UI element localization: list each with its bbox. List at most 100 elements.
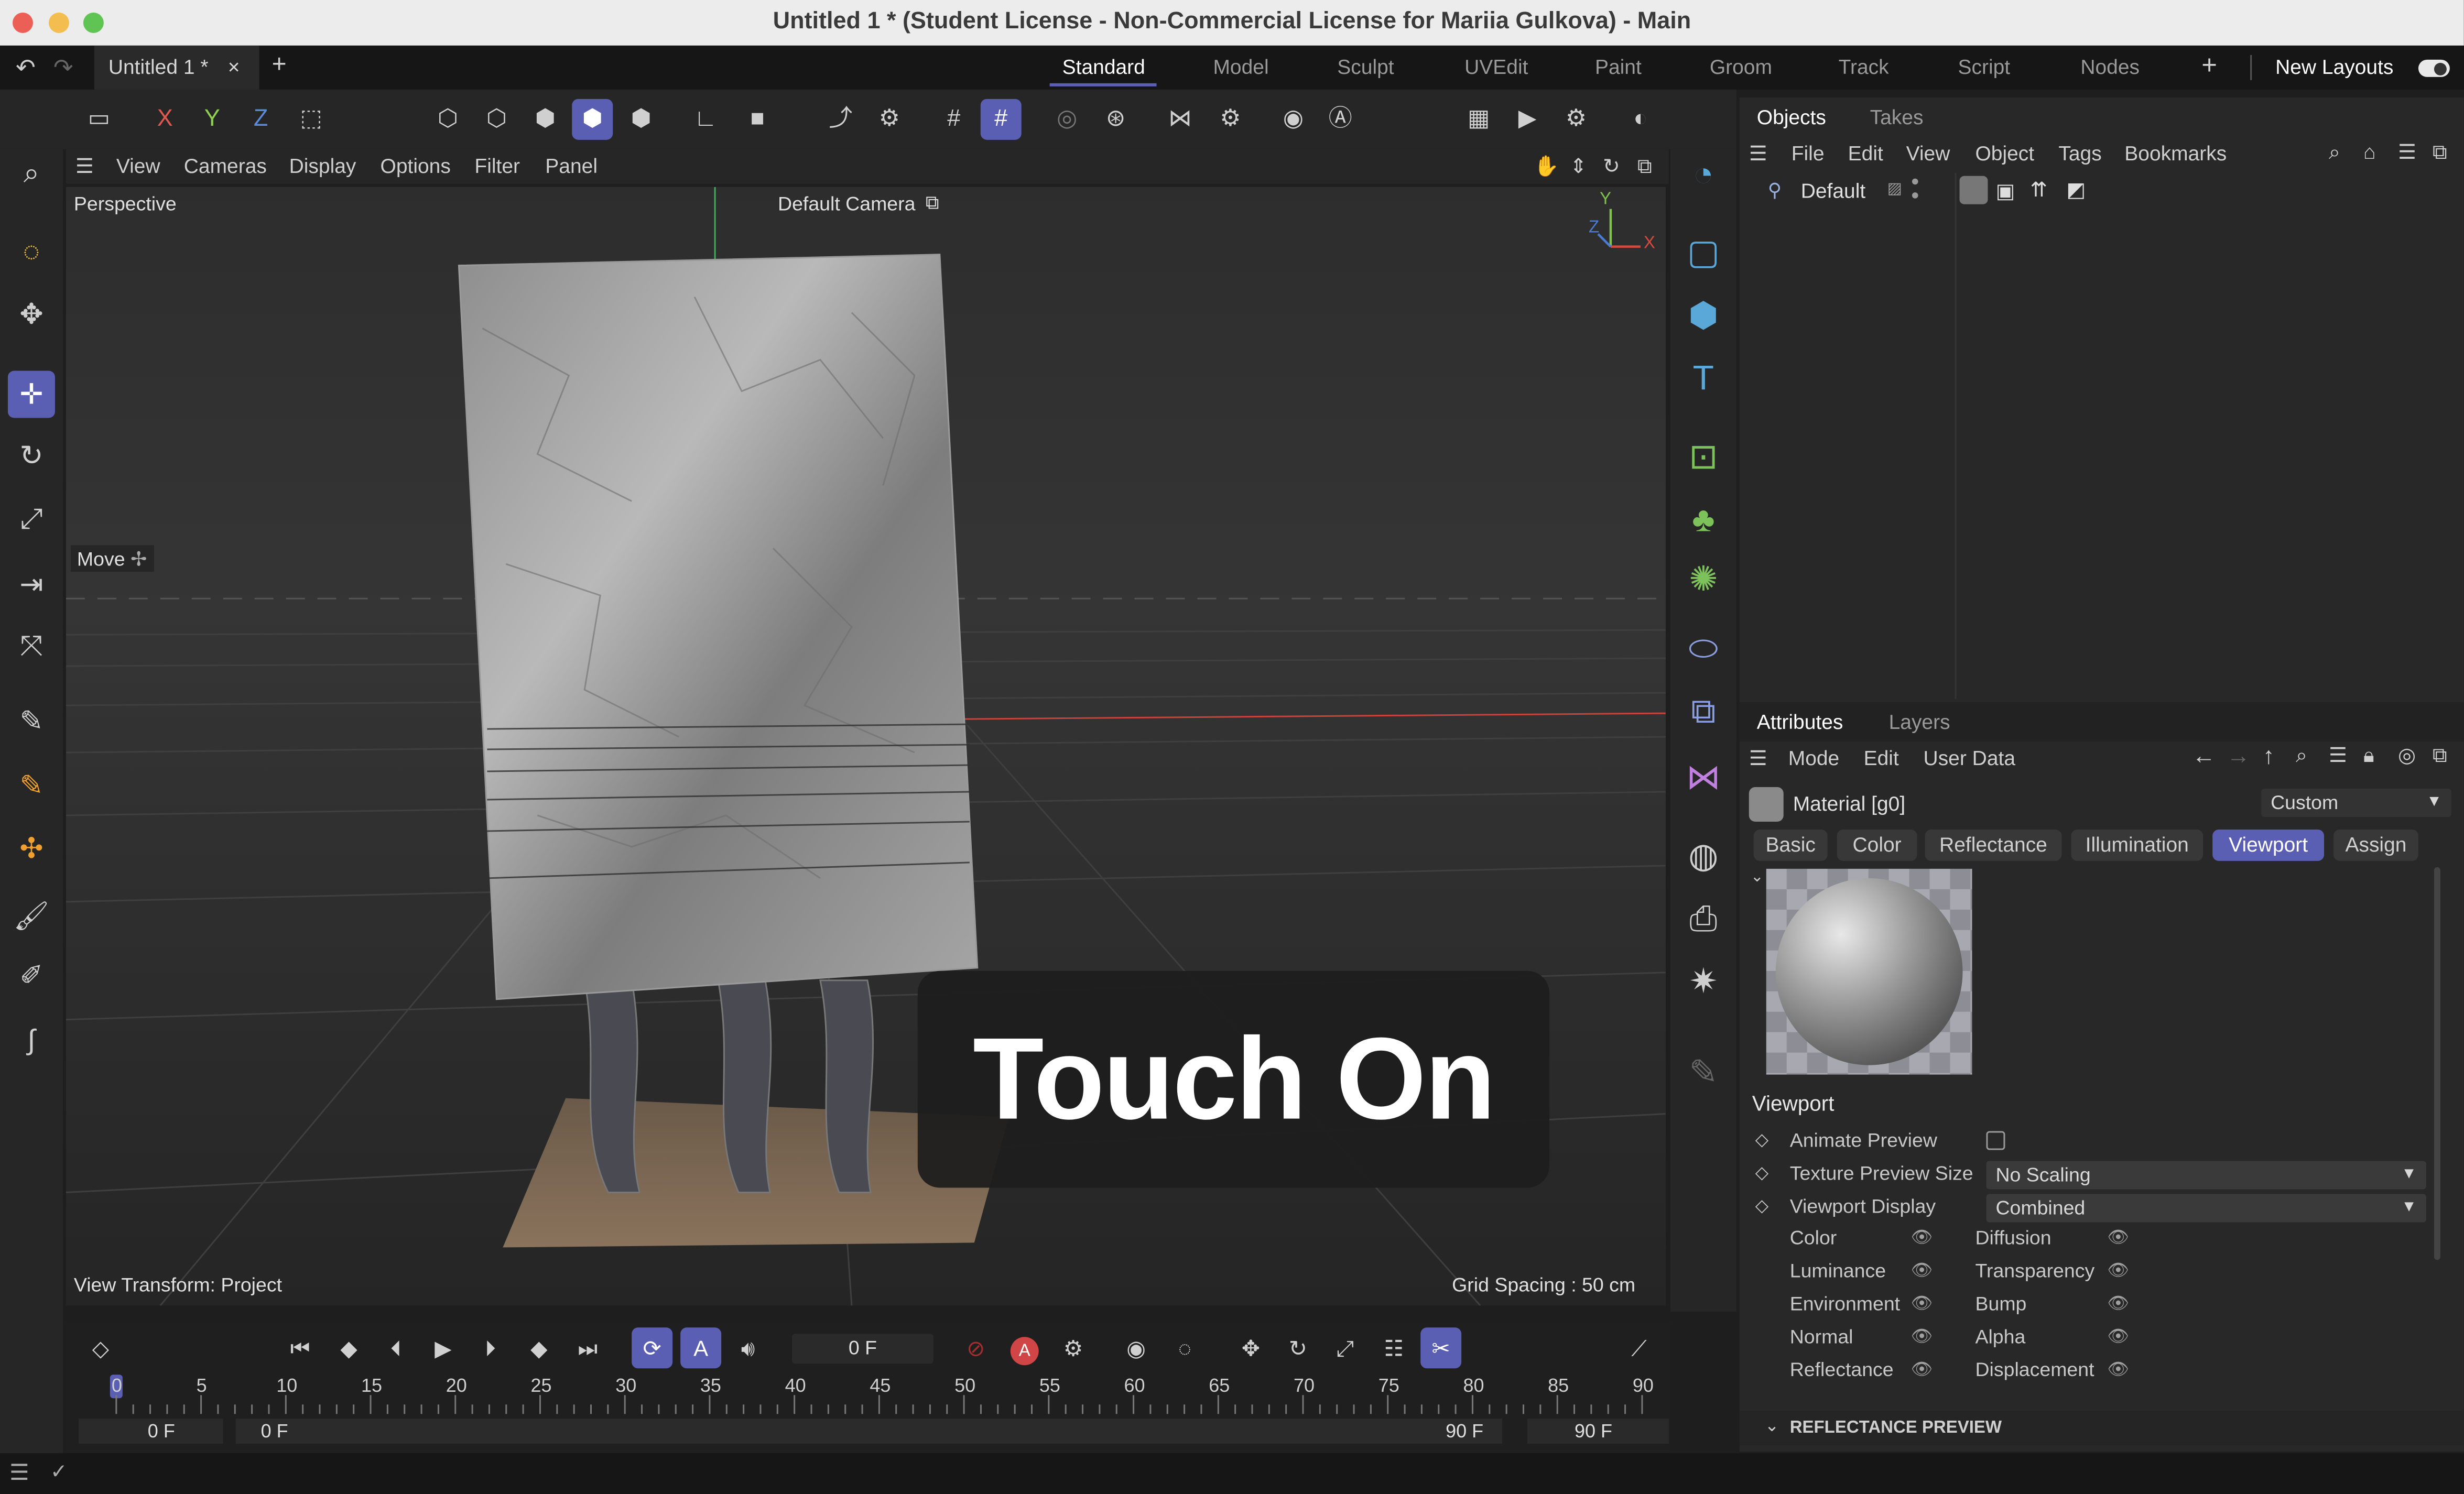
preset-dropdown[interactable]: Custom ▼ <box>2261 788 2451 817</box>
filter-icon[interactable]: ☰ <box>2398 140 2416 165</box>
channel-luminance-eye-icon[interactable]: 👁︎ <box>1911 1260 1933 1280</box>
workplane-icon[interactable]: ■ <box>737 99 778 140</box>
symmetry-settings-icon[interactable]: ⚙ <box>1210 99 1251 140</box>
objects-menu-file[interactable]: File <box>1792 141 1825 165</box>
timeline-curve-icon[interactable]: ⟋ <box>1619 1327 1659 1368</box>
texture-mode-icon[interactable]: ⬢ <box>621 99 661 140</box>
filter-attributes-icon[interactable]: ☰ <box>2329 743 2347 768</box>
tab-attributes[interactable]: Attributes <box>1757 710 1843 734</box>
record-icon[interactable]: ⊘ <box>956 1327 996 1368</box>
placement-icon[interactable]: ⤧ <box>8 622 55 669</box>
layout-tab-track[interactable]: Track <box>1839 55 1889 79</box>
viewport-display-diamond-icon[interactable]: ◇ <box>1755 1195 1768 1216</box>
tab-objects[interactable]: Objects <box>1757 105 1826 129</box>
sound-icon[interactable]: 🔊︎ <box>728 1327 768 1368</box>
status-menu-icon[interactable]: ☰ <box>9 1459 29 1486</box>
lock-y-axis-button[interactable]: Y <box>192 99 233 140</box>
forward-arrow-icon[interactable]: → <box>2227 743 2250 770</box>
objects-menu-tags[interactable]: Tags <box>2058 141 2101 165</box>
menu-filter[interactable]: Filter <box>474 154 520 178</box>
reflectance-preview-section[interactable]: ⌄ REFLECTANCE PREVIEW <box>1739 1411 2464 1446</box>
generator-icon[interactable]: ⊡ <box>1678 432 1729 482</box>
object-row-default[interactable]: ⚲ Default ▨ ● ● ▣ ⇈ ◩ <box>1749 173 2456 206</box>
key-position-icon[interactable]: ◉ <box>1116 1327 1157 1368</box>
polygons-mode-icon[interactable]: ⬢ <box>525 99 566 140</box>
channel-normal-eye-icon[interactable]: 👁︎ <box>1911 1326 1933 1346</box>
objects-menu-object[interactable]: Object <box>1975 141 2034 165</box>
symmetry-icon[interactable]: ⋈ <box>1160 99 1201 140</box>
channel-displacement-eye-icon[interactable]: 👁︎ <box>2107 1359 2129 1379</box>
loop-icon[interactable]: ⟳ <box>632 1327 673 1369</box>
range-start-field[interactable]: 0 F <box>78 1419 223 1444</box>
spline-smooth-icon[interactable]: ✣ <box>8 825 55 872</box>
new-window-icon[interactable]: ⧉ <box>2433 140 2447 165</box>
layout-tab-model[interactable]: Model <box>1213 55 1268 79</box>
next-key-icon[interactable]: ◆ <box>518 1327 559 1368</box>
key-move-icon[interactable]: ✥ <box>1230 1327 1271 1368</box>
layout-tab-nodes[interactable]: Nodes <box>2080 55 2140 79</box>
layout-tab-paint[interactable]: Paint <box>1595 55 1642 79</box>
render-view-icon[interactable]: ▶ <box>1507 99 1548 140</box>
environment-icon[interactable]: ◍ <box>1678 831 1729 881</box>
animate-preview-checkbox[interactable] <box>1986 1131 2005 1150</box>
model-mode-icon[interactable]: ⬢ <box>572 99 613 140</box>
pan-view-icon[interactable]: ✋ <box>1534 154 1559 179</box>
redo-icon[interactable]: ↷ <box>53 53 73 82</box>
key-settings-icon[interactable]: ⚙ <box>1053 1327 1094 1368</box>
effector-icon[interactable]: ✺ <box>1678 554 1729 605</box>
collapse-chevron-icon[interactable]: ⌄ <box>1751 869 1764 886</box>
grid-snap-icon[interactable]: # <box>980 99 1022 140</box>
attributes-scrollbar[interactable] <box>2434 867 2440 1260</box>
channel-bump-eye-icon[interactable]: 👁︎ <box>2107 1293 2129 1313</box>
search-icon[interactable]: ⌕ <box>8 149 55 197</box>
make-editable-icon[interactable]: ▭ <box>79 99 120 140</box>
play-icon[interactable]: ▶ <box>422 1327 463 1368</box>
tweak-tool-icon[interactable]: ✥ <box>8 291 55 338</box>
lock-icon[interactable]: 🔒︎ <box>2363 743 2374 768</box>
layout-tab-standard[interactable]: Standard <box>1062 55 1145 79</box>
spline-sketch-icon[interactable]: ✎ <box>8 762 55 809</box>
menu-display[interactable]: Display <box>289 154 356 178</box>
key-rotation-icon[interactable]: ◌ <box>1165 1327 1206 1368</box>
home-icon[interactable]: ⌂ <box>2363 140 2376 163</box>
go-to-start-icon[interactable]: ⏮ <box>280 1327 321 1368</box>
light-object-icon[interactable]: ✷ <box>1678 957 1729 1007</box>
auto-key-icon[interactable]: Ⓐ <box>1320 99 1361 140</box>
objects-menu-icon[interactable]: ☰ <box>1749 141 1767 167</box>
search-icon[interactable]: ⌕ <box>2329 140 2340 165</box>
square-spline-icon[interactable]: ▢ <box>1678 228 1729 278</box>
cube-icon[interactable]: ⬢ <box>1678 291 1729 341</box>
lock-x-axis-button[interactable]: X <box>145 99 186 140</box>
tab-takes[interactable]: Takes <box>1870 105 1924 129</box>
tab-layers[interactable]: Layers <box>1889 710 1950 734</box>
texture-tag-icon[interactable]: ▣ <box>1995 179 2015 204</box>
layer-icon[interactable]: ▨ <box>1887 181 1902 198</box>
cloner-icon[interactable]: ♣ <box>1678 495 1729 545</box>
frame-ruler[interactable]: 0 5 10 15 20 25 30 35 40 45 50 55 60 65 70 75 80 85 90 <box>79 1373 1666 1417</box>
channel-tab-illumination[interactable]: Illumination <box>2071 829 2204 861</box>
lock-z-axis-button[interactable]: Z <box>241 99 281 140</box>
current-frame-field[interactable]: 0 F <box>791 1334 934 1364</box>
material-tag-icon[interactable] <box>1959 176 1988 204</box>
range-slider[interactable]: 0 F 90 F <box>235 1419 1503 1444</box>
previous-key-icon[interactable]: ◆ <box>329 1327 370 1368</box>
rotate-tool-icon[interactable]: ↻ <box>8 432 55 479</box>
menu-panel[interactable]: Panel <box>545 154 598 178</box>
menu-view[interactable]: View <box>116 154 160 178</box>
new-window-attributes-icon[interactable]: ⧉ <box>2433 743 2447 768</box>
connect-icon[interactable]: ⋈ <box>1678 753 1729 803</box>
channel-tab-basic[interactable]: Basic <box>1753 829 1828 861</box>
lasso-select-icon[interactable]: ◔ <box>1678 149 1729 200</box>
go-to-end-icon[interactable]: ⏭ <box>567 1327 608 1368</box>
keyframe-diamond-icon[interactable]: ◇ <box>80 1327 121 1368</box>
deformer-icon[interactable]: ⬭ <box>1678 624 1729 674</box>
objects-menu-view[interactable]: View <box>1906 141 1950 165</box>
dolly-view-icon[interactable]: ⇕ <box>1570 154 1587 179</box>
coordinate-system-icon[interactable]: ⬚ <box>291 99 332 140</box>
channel-alpha-eye-icon[interactable]: 👁︎ <box>2107 1326 2129 1346</box>
search-attributes-icon[interactable]: ⌕ <box>2296 743 2307 768</box>
channel-environment-eye-icon[interactable]: 👁︎ <box>1911 1293 1933 1313</box>
target-icon[interactable]: ◎ <box>2398 743 2416 768</box>
edges-mode-icon[interactable]: ⬡ <box>476 99 517 140</box>
channel-reflectance-eye-icon[interactable]: 👁︎ <box>1911 1359 1933 1379</box>
